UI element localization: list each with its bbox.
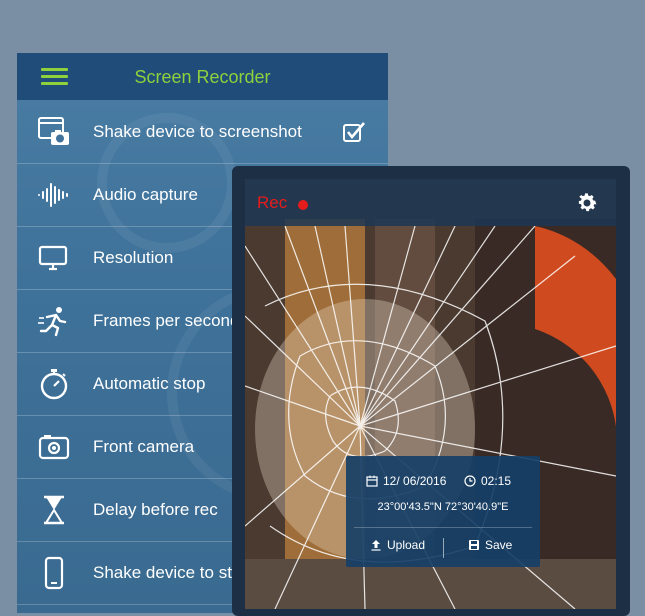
date-display: 12/ 06/2016: [366, 474, 446, 488]
save-button[interactable]: Save: [468, 538, 512, 552]
app-header: Screen Recorder: [17, 53, 388, 100]
setting-label: Delay before rec: [93, 500, 218, 519]
upload-icon: [371, 540, 381, 551]
setting-label: Shake device to stop: [93, 563, 251, 582]
recorder-phone: Rec 12/ 06/2016 02:15 23°00'43.5"N 72°30…: [232, 166, 630, 616]
rec-label: Rec: [257, 193, 288, 212]
setting-label: Audio capture: [93, 185, 198, 204]
setting-label: Shake device to screenshot: [93, 122, 302, 141]
date-text: 12/ 06/2016: [383, 474, 447, 488]
time-text: 02:15: [481, 474, 512, 488]
upload-button[interactable]: Upload: [370, 538, 425, 552]
recording-indicator-dot: [298, 200, 308, 210]
camera-preview: Rec 12/ 06/2016 02:15 23°00'43.5"N 72°30…: [245, 179, 616, 609]
checkbox-checked[interactable]: [343, 121, 365, 143]
setting-row-shake-screenshot[interactable]: Shake device to screenshot: [17, 101, 388, 164]
save-label: Save: [485, 538, 513, 552]
clock-icon: [464, 475, 476, 487]
recording-status-bar: Rec: [245, 179, 616, 226]
phone-icon: [44, 556, 64, 590]
button-separator: [443, 538, 444, 558]
gear-icon[interactable]: [575, 191, 599, 215]
audio-waveform-icon: [38, 183, 68, 207]
time-display: 02:15: [464, 474, 511, 488]
upload-label: Upload: [387, 538, 426, 552]
stopwatch-icon: [40, 369, 68, 400]
runner-icon: [38, 307, 67, 337]
app-title: Screen Recorder: [134, 67, 271, 87]
hourglass-icon: [44, 495, 64, 525]
calendar-icon: [366, 475, 378, 487]
save-icon: [469, 540, 479, 550]
monitor-icon: [38, 245, 68, 271]
front-camera-icon: [38, 435, 70, 460]
setting-label: Resolution: [93, 248, 174, 267]
setting-label: Front camera: [93, 437, 195, 456]
setting-label: Frames per second: [93, 311, 240, 330]
screenshot-camera-icon: [38, 117, 69, 145]
recording-info-card: 12/ 06/2016 02:15 23°00'43.5"N 72°30'40.…: [346, 456, 540, 567]
setting-label: Automatic stop: [93, 374, 206, 393]
gps-coordinates: 23°00'43.5"N 72°30'40.9"E: [377, 501, 509, 513]
card-divider: [354, 527, 532, 528]
